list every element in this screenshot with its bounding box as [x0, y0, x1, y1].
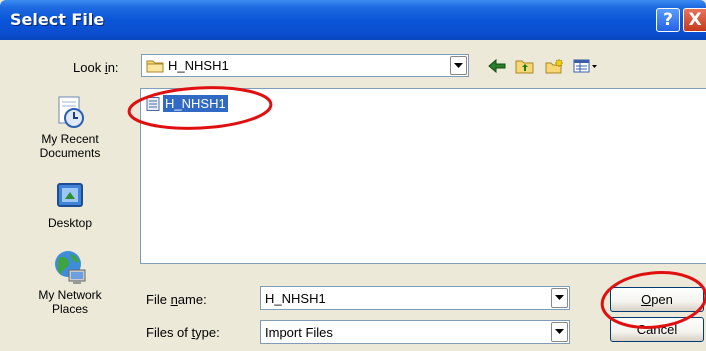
open-button[interactable]: Open — [610, 287, 704, 312]
file-name-value: H_NHSH1 — [265, 291, 326, 306]
file-type-dropdown-arrow[interactable] — [551, 322, 568, 342]
place-label: Desktop — [47, 216, 93, 230]
place-my-recent-documents[interactable]: My Recent Documents — [20, 94, 120, 160]
place-label: My Network Places — [38, 288, 102, 316]
look-in-value: H_NHSH1 — [168, 58, 229, 73]
file-list[interactable]: H_NHSH1 — [140, 88, 706, 264]
back-icon[interactable] — [487, 58, 507, 74]
recent-documents-icon — [58, 96, 84, 128]
file-name: H_NHSH1 — [162, 94, 229, 113]
network-places-icon — [55, 251, 86, 284]
chevron-down-icon — [454, 63, 463, 68]
title-bar[interactable]: Select File ? X — [0, 0, 706, 40]
place-desktop[interactable]: Desktop — [20, 180, 120, 230]
place-label: My Recent Documents — [39, 132, 101, 160]
file-name-input[interactable]: H_NHSH1 — [260, 286, 570, 310]
close-button[interactable]: X — [683, 8, 706, 32]
file-type-label: Files of type: — [146, 325, 220, 340]
look-in-label: Look in: — [73, 60, 119, 75]
file-name-label: File name: — [146, 292, 207, 307]
places-bar: My Recent Documents Desktop My Network P… — [0, 82, 130, 351]
look-in-dropdown[interactable]: H_NHSH1 — [141, 54, 469, 77]
views-menu-icon[interactable] — [573, 58, 599, 74]
look-in-dropdown-arrow[interactable] — [450, 56, 467, 75]
cancel-button[interactable]: Cancel — [610, 317, 704, 342]
document-icon — [146, 97, 160, 111]
file-type-dropdown[interactable]: Import Files — [260, 320, 570, 344]
chevron-down-icon — [555, 329, 564, 334]
up-folder-icon[interactable] — [515, 58, 535, 74]
place-my-network-places[interactable]: My Network Places — [20, 248, 120, 316]
help-button[interactable]: ? — [656, 8, 680, 32]
folder-icon — [146, 60, 164, 73]
chevron-down-icon — [555, 295, 564, 300]
close-icon: X — [688, 10, 702, 30]
help-icon: ? — [663, 10, 673, 30]
desktop-icon — [57, 183, 83, 207]
new-folder-icon[interactable] — [545, 58, 565, 74]
file-name-dropdown-arrow[interactable] — [551, 288, 568, 308]
file-type-value: Import Files — [265, 325, 333, 340]
window-title: Select File — [10, 10, 105, 29]
